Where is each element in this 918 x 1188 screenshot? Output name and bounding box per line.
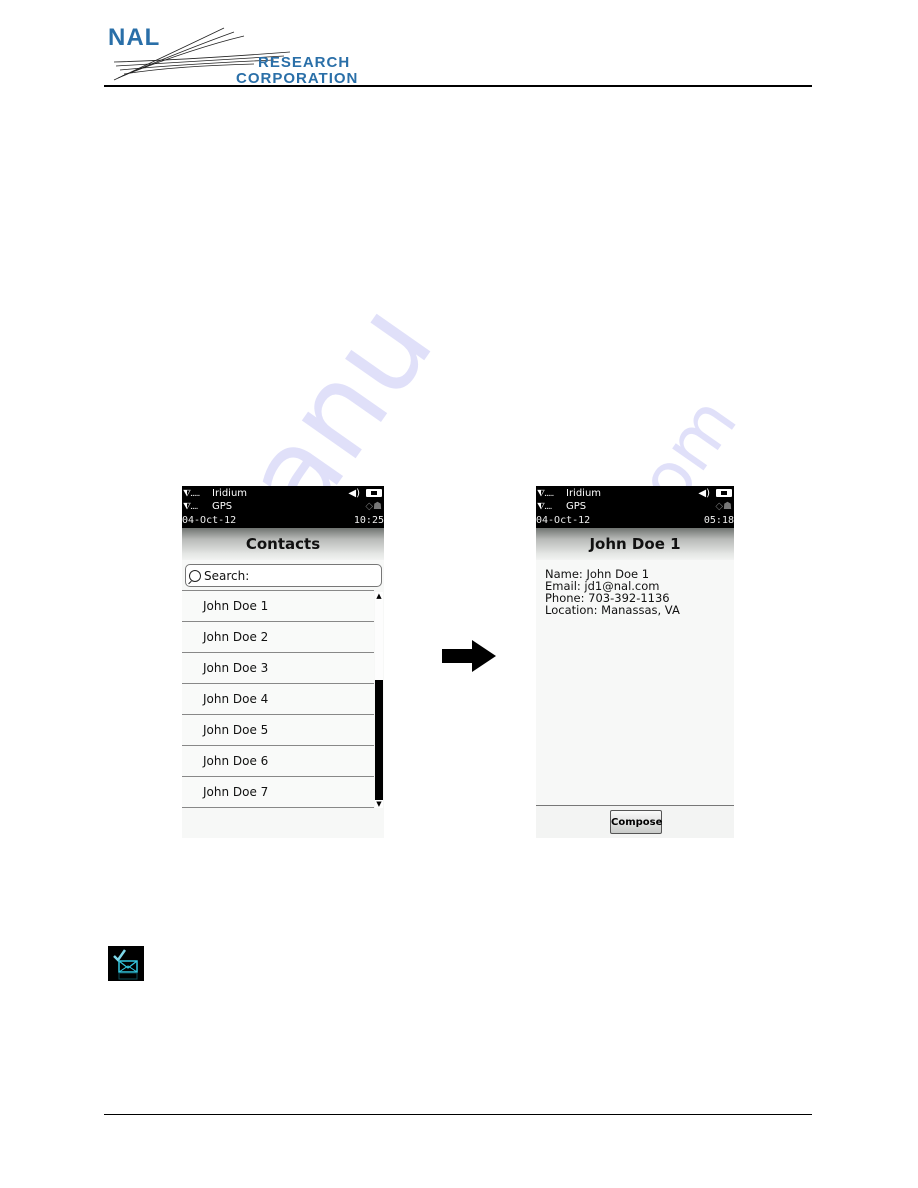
header-divider: [104, 85, 812, 87]
iridium-label: Iridium: [212, 488, 248, 499]
gps-status-icon: ◇☗: [365, 501, 382, 512]
gps-signal-icon: ⧨....: [537, 502, 553, 512]
logo-nal-text: NAL: [108, 24, 161, 51]
gps-status-icon: ◇☗: [715, 501, 732, 512]
search-icon: [189, 569, 201, 582]
logo-research-text: RESEARCH: [258, 54, 351, 71]
bottom-toolbar: Compose: [536, 805, 734, 838]
battery-icon: [366, 489, 382, 497]
status-date: 04-Oct-12: [182, 515, 237, 526]
iridium-signal-icon: ⧨.....: [183, 489, 200, 499]
contact-list-item[interactable]: John Doe 7: [182, 777, 374, 808]
gps-signal-icon: ⧨....: [183, 502, 199, 512]
status-time: 05:18: [703, 515, 734, 526]
iridium-signal-icon: ⧨.....: [537, 489, 554, 499]
scrollbar-track[interactable]: [375, 600, 383, 800]
contacts-list: John Doe 1 John Doe 2 John Doe 3 John Do…: [182, 590, 374, 808]
contact-list-item[interactable]: John Doe 3: [182, 653, 374, 684]
check-envelope-icon: [113, 949, 138, 980]
contacts-screen: ⧨..... Iridium ◀) ⧨.... GPS ◇☗ 04-Oct-12…: [182, 486, 384, 838]
contact-details: Name: John Doe 1 Email: jd1@nal.com Phon…: [536, 560, 734, 616]
company-logo: NAL RESEARCH CORPORATION: [104, 22, 357, 87]
contact-list-item[interactable]: John Doe 4: [182, 684, 374, 715]
right-arrow-icon: [442, 640, 496, 672]
iridium-label: Iridium: [566, 488, 602, 499]
contact-list-item[interactable]: John Doe 2: [182, 622, 374, 653]
search-input[interactable]: Search:: [185, 564, 382, 587]
contact-list-item[interactable]: John Doe 6: [182, 746, 374, 777]
footer-divider: [104, 1114, 812, 1115]
gps-label: GPS: [212, 501, 233, 512]
status-bar: ⧨..... Iridium ◀) ⧨.... GPS ◇☗ 04-Oct-12…: [536, 486, 734, 528]
compose-button[interactable]: Compose: [610, 810, 662, 834]
scrollbar-thumb[interactable]: [375, 680, 383, 800]
scroll-down-icon[interactable]: ▼: [375, 800, 383, 808]
message-sent-icon: [108, 946, 144, 981]
speaker-icon: ◀): [348, 488, 360, 499]
contact-location-field: Location: Manassas, VA: [545, 603, 680, 617]
scroll-up-icon[interactable]: ▲: [375, 592, 383, 600]
screen-title: Contacts: [182, 528, 384, 560]
contact-list-item[interactable]: John Doe 5: [182, 715, 374, 746]
list-scrollbar[interactable]: ▲ ▼: [375, 592, 383, 808]
contact-list-item[interactable]: John Doe 1: [182, 591, 374, 622]
screen-title: John Doe 1: [536, 528, 734, 560]
status-date: 04-Oct-12: [536, 515, 591, 526]
battery-icon: [716, 489, 732, 497]
status-bar: ⧨..... Iridium ◀) ⧨.... GPS ◇☗ 04-Oct-12…: [182, 486, 384, 528]
status-time: 10:25: [353, 515, 384, 526]
search-placeholder: Search:: [204, 568, 250, 583]
speaker-icon: ◀): [698, 488, 710, 499]
gps-label: GPS: [566, 501, 587, 512]
contact-detail-screen: ⧨..... Iridium ◀) ⧨.... GPS ◇☗ 04-Oct-12…: [536, 486, 734, 838]
